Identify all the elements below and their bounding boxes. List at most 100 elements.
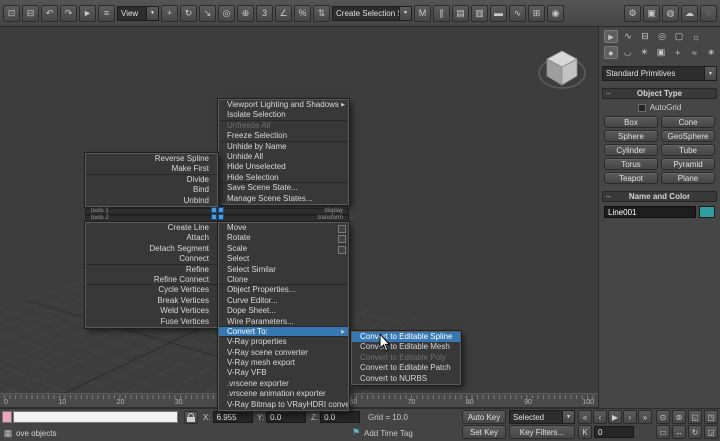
auto-key-button[interactable]: Auto Key [462, 410, 506, 424]
angle-snap-icon[interactable]: ∠ [275, 5, 292, 22]
menu-item[interactable]: Convert To: [219, 327, 348, 337]
curve-editor-icon[interactable]: ∿ [509, 5, 526, 22]
menu-item[interactable]: Connect [86, 254, 217, 264]
menu-item[interactable]: Hide Unselected [219, 162, 348, 172]
selection-lock-icon[interactable] [184, 411, 198, 424]
menu-item[interactable]: Detach Segment [86, 244, 217, 254]
menu-item[interactable]: Scale [219, 244, 348, 254]
layer-explorer-icon[interactable]: ▥ [471, 5, 488, 22]
render-in-cloud-icon[interactable]: ☁ [681, 5, 698, 22]
object-type-header[interactable]: − Object Type [602, 88, 717, 99]
go-to-start-icon[interactable]: « [578, 410, 592, 424]
render-iterative-icon[interactable]: ◌ [700, 5, 717, 22]
select-and-rotate-icon[interactable]: ↻ [180, 5, 197, 22]
object-type-button[interactable]: Pyramid [661, 158, 715, 170]
render-production-icon[interactable]: ◍ [662, 5, 679, 22]
select-and-link-icon[interactable]: ⊡ [3, 5, 20, 22]
redo-icon[interactable]: ↷ [60, 5, 77, 22]
pan-icon[interactable]: ↔ [672, 425, 686, 439]
object-type-button[interactable]: Cylinder [604, 144, 658, 156]
name-color-header[interactable]: − Name and Color [602, 191, 717, 202]
spinner-snap-icon[interactable]: ⇅ [313, 5, 330, 22]
menu-item[interactable]: Isolate Selection [219, 110, 348, 120]
chevron-down-icon[interactable]: ▼ [704, 67, 716, 80]
menu-item[interactable]: Refine Connect [86, 275, 217, 285]
zoom-icon[interactable]: ⊙ [656, 410, 670, 424]
menu-item[interactable]: Select Similar [219, 265, 348, 275]
menu-item[interactable]: Dope Sheet... [219, 306, 348, 316]
chevron-down-icon[interactable]: ▼ [399, 7, 411, 20]
menu-item[interactable]: V-Ray mesh export [219, 358, 348, 368]
menu-item[interactable]: Convert to Editable Patch [352, 363, 460, 373]
zoom-extents-icon[interactable]: ◱ [688, 410, 702, 424]
zoom-extents-all-icon[interactable]: ◳ [704, 410, 718, 424]
rendered-frame-icon[interactable]: ▣ [643, 5, 660, 22]
percent-snap-icon[interactable]: % [294, 5, 311, 22]
primitives-dropdown[interactable]: Standard Primitives ▼ [602, 66, 717, 81]
menu-item[interactable]: Unhide by Name [219, 142, 348, 152]
menu-item[interactable]: Unfreeze All [219, 121, 348, 131]
menu-item[interactable]: Move [219, 223, 348, 233]
play-icon[interactable]: ▶ [608, 410, 622, 424]
menu-item[interactable]: Attach [86, 233, 217, 243]
macro-recorder-field[interactable] [2, 411, 12, 423]
object-type-button[interactable]: Cone [661, 116, 715, 128]
menu-item[interactable]: Bind [86, 185, 217, 195]
schematic-view-icon[interactable]: ⊞ [528, 5, 545, 22]
hierarchy-tab-icon[interactable]: ⊟ [638, 30, 652, 43]
align-icon[interactable]: ∥ [433, 5, 450, 22]
menu-item[interactable]: Fuse Vertices [86, 317, 217, 327]
mini-listener-icon[interactable]: ▦ [2, 427, 14, 439]
space-warps-category-icon[interactable]: ≈ [688, 46, 702, 59]
x-field[interactable]: 6.955 [213, 411, 253, 423]
chevron-down-icon[interactable]: ▼ [562, 411, 574, 423]
menu-item[interactable]: .vrscene animation exporter [219, 389, 348, 399]
object-type-button[interactable]: Sphere [604, 130, 658, 142]
menu-item[interactable]: Cycle Vertices [86, 285, 217, 295]
menu-item[interactable]: Hide Selection [219, 173, 348, 183]
menu-item[interactable]: Freeze Selection [219, 131, 348, 141]
current-frame-field[interactable]: 0 [594, 426, 634, 438]
motion-tab-icon[interactable]: ◎ [655, 30, 669, 43]
set-key-button[interactable]: Set Key [462, 425, 506, 439]
menu-item[interactable]: Unbind [86, 196, 217, 206]
cameras-category-icon[interactable]: ▣ [654, 46, 668, 59]
menu-item[interactable]: Manage Scene States... [219, 194, 348, 204]
menu-item[interactable]: V-Ray VFB [219, 368, 348, 378]
menu-item[interactable]: Object Properties... [219, 285, 348, 295]
menu-item[interactable]: Make First [86, 164, 217, 174]
menu-item[interactable]: Rotate [219, 233, 348, 243]
object-type-button[interactable]: Tube [661, 144, 715, 156]
viewcube[interactable] [536, 43, 588, 95]
menu-item[interactable]: Clone [219, 275, 348, 285]
menu-item[interactable]: Break Vertices [86, 296, 217, 306]
object-type-button[interactable]: Box [604, 116, 658, 128]
menu-item[interactable]: Divide [86, 175, 217, 185]
material-editor-icon[interactable]: ◉ [547, 5, 564, 22]
mirror-icon[interactable]: M [414, 5, 431, 22]
geometry-category-icon[interactable]: ● [604, 46, 618, 59]
select-and-move-icon[interactable]: + [161, 5, 178, 22]
menu-item[interactable]: Wire Parameters... [219, 317, 348, 327]
add-time-tag[interactable]: Add Time Tag [364, 429, 413, 438]
menu-item[interactable]: V-Ray properties [219, 337, 348, 347]
select-object-icon[interactable]: ► [79, 5, 96, 22]
selected-filter-dropdown[interactable]: Selected ▼ [509, 410, 575, 424]
object-name-field[interactable]: Line001 [604, 206, 696, 218]
previous-frame-icon[interactable]: ‹ [593, 410, 607, 424]
scene-explorer-icon[interactable]: ▤ [452, 5, 469, 22]
object-color-swatch[interactable] [699, 206, 715, 218]
orbit-icon[interactable]: ↻ [688, 425, 702, 439]
object-type-button[interactable]: GeoSphere [661, 130, 715, 142]
select-by-name-icon[interactable]: ≡ [98, 5, 115, 22]
menu-item[interactable]: Convert to Editable Spline [352, 332, 460, 342]
object-type-button[interactable]: Teapot [604, 172, 658, 184]
snaps-toggle-icon[interactable]: 3 [256, 5, 273, 22]
object-type-button[interactable]: Torus [604, 158, 658, 170]
zoom-region-icon[interactable]: ▭ [656, 425, 670, 439]
menu-item[interactable]: Convert to Editable Mesh [352, 342, 460, 352]
menu-item[interactable]: .vrscene exporter [219, 379, 348, 389]
lights-category-icon[interactable]: ☀ [637, 46, 651, 59]
modify-tab-icon[interactable]: ∿ [621, 30, 635, 43]
select-and-scale-icon[interactable]: ↘ [199, 5, 216, 22]
